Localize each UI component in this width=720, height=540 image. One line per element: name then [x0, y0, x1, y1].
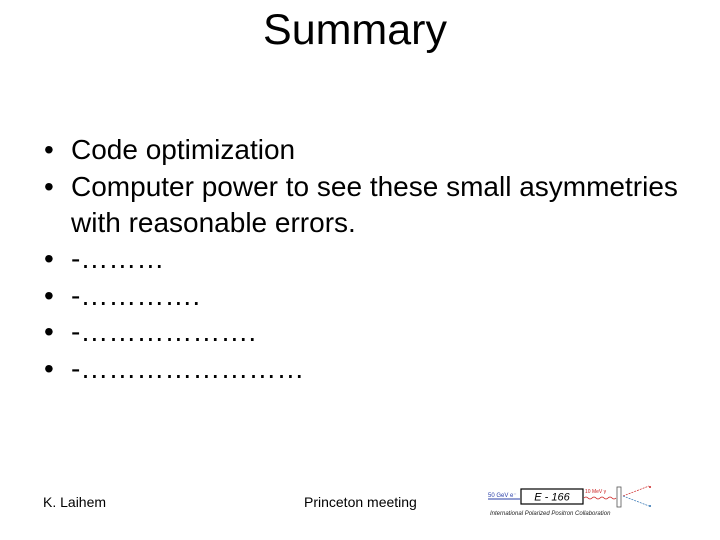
bullet-icon: • — [44, 316, 54, 347]
footer-author: K. Laihem — [43, 494, 107, 510]
logo-positron-dot — [649, 486, 651, 488]
footer-event: Princeton meeting — [304, 494, 417, 510]
bullet-icon: • — [44, 243, 54, 274]
bullet-item: • -…………. — [44, 278, 684, 314]
bullet-text: -……… — [71, 243, 165, 274]
bullet-list: • Code optimization • Computer power to … — [44, 132, 684, 387]
logo-electron-track — [622, 495, 650, 507]
bullet-item: • -……… — [44, 241, 684, 277]
bullet-item: • -…………………… — [44, 351, 684, 387]
bullet-text: -…………………… — [71, 352, 305, 384]
bullet-text: Code optimization — [71, 134, 296, 165]
bullet-icon: • — [44, 352, 54, 384]
logo-collaboration: International Polarized Positron Collabo… — [490, 511, 611, 517]
bullet-text: -………………. — [71, 316, 257, 347]
logo-electron-dot — [649, 505, 651, 507]
logo-experiment-label: E - 166 — [534, 492, 570, 504]
bullet-icon: • — [44, 170, 54, 202]
bullet-text: -…………. — [71, 279, 201, 311]
e166-logo: 50 GeV e⁻ E - 166 10 MeV γ International… — [488, 485, 651, 517]
logo-beam-label: 50 GeV e⁻ — [488, 493, 517, 499]
logo-positron-track — [622, 485, 650, 497]
bullet-text: Computer power to see these small asymme… — [71, 170, 678, 238]
bullet-item: • Code optimization — [44, 132, 684, 168]
bullet-item: • -………………. — [44, 314, 684, 350]
bullet-item: • Computer power to see these small asym… — [44, 169, 684, 241]
logo-target — [616, 486, 622, 508]
bullet-icon: • — [44, 134, 54, 165]
logo-photon-wave — [583, 496, 617, 500]
logo-photon-label: 10 MeV γ — [585, 489, 607, 495]
slide-title: Summary — [263, 6, 447, 54]
bullet-icon: • — [44, 279, 54, 311]
